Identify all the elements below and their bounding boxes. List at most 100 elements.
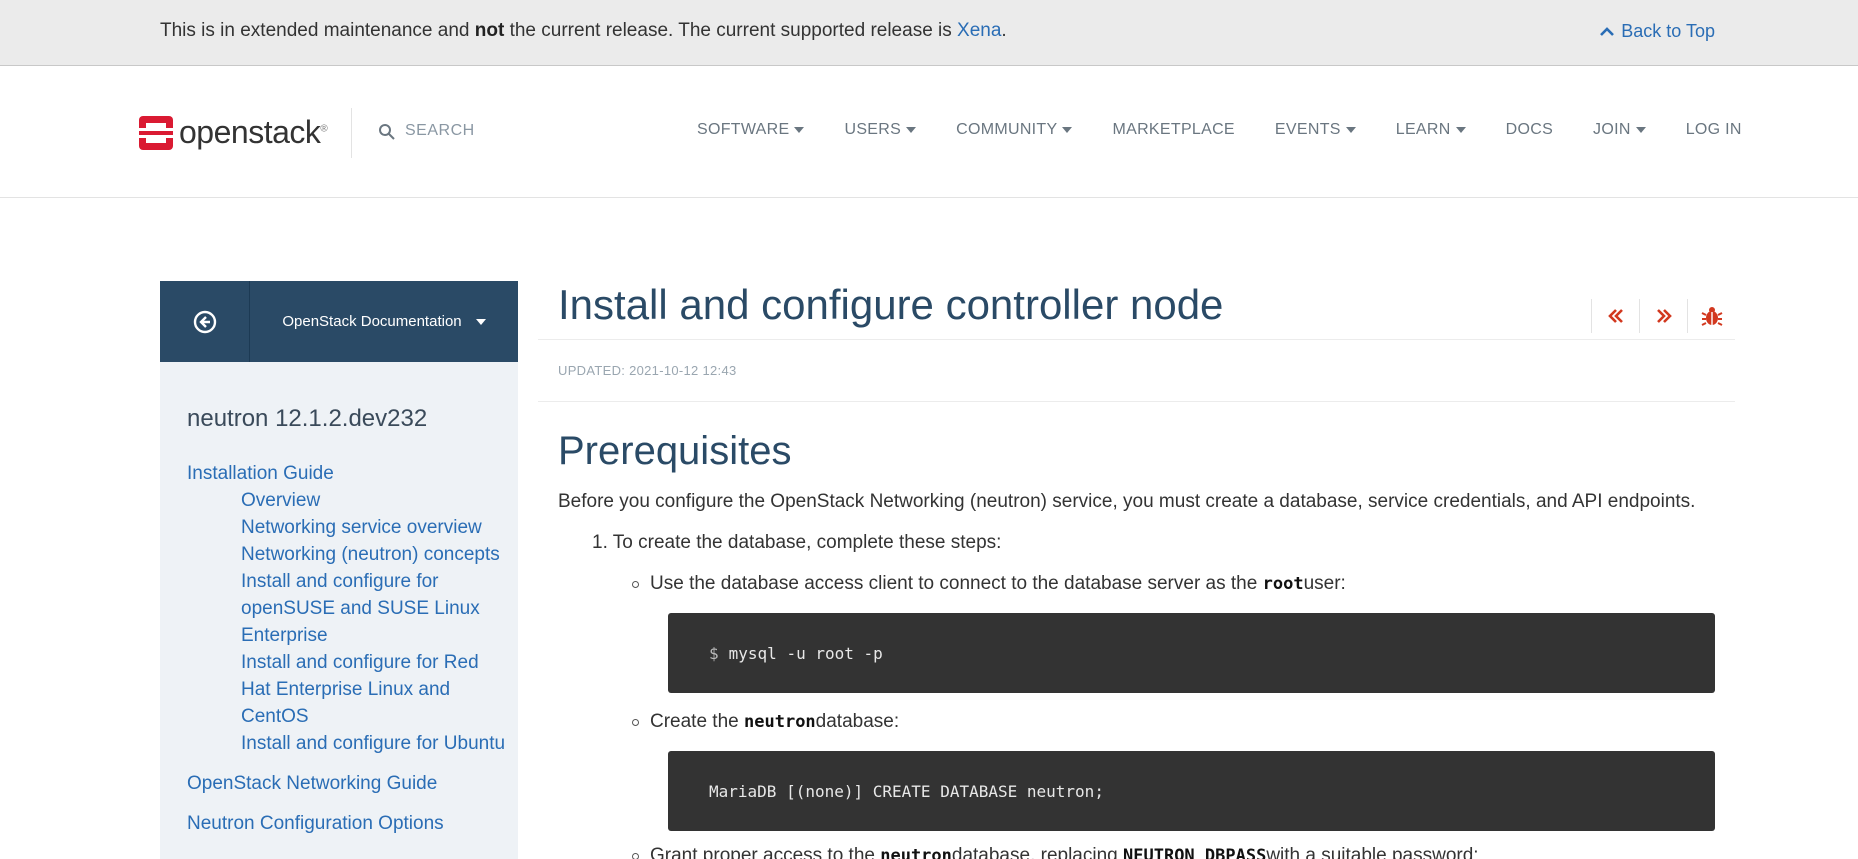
maintenance-notice: This is in extended maintenance and not … xyxy=(0,0,1858,66)
inline-code: NEUTRON_DBPASS xyxy=(1123,846,1267,859)
nav-item-label: DOCS xyxy=(1505,121,1554,138)
nav-item-software[interactable]: SOFTWARE xyxy=(697,121,805,139)
intro-paragraph: Before you configure the OpenStack Netwo… xyxy=(558,491,1696,512)
bullet-text: Grant proper access to the xyxy=(650,845,875,859)
site-header: openstack® SOFTWARE USERS COMMUNITY MARKETP… xyxy=(0,66,1858,198)
toc-subitem[interactable]: Install and configure for Ubuntu xyxy=(187,730,507,757)
title-divider xyxy=(538,339,1735,340)
bullet-text: with a suitable password: xyxy=(1266,845,1479,859)
inline-code: root xyxy=(1262,574,1304,594)
sidebar-toc: Installation Guide Overview Networking ser… xyxy=(187,460,507,837)
chevron-up-icon xyxy=(1600,26,1615,36)
toc-subitem[interactable]: Networking service overview xyxy=(187,514,507,541)
nav-item-docs[interactable]: DOCS xyxy=(1506,121,1553,139)
bullet-text: user: xyxy=(1303,573,1346,594)
toc-item[interactable]: OpenStack Networking Guide xyxy=(187,770,507,797)
main-nav: SOFTWARE USERS COMMUNITY MARKETPLACE EVENTS L… xyxy=(697,121,1782,139)
notice-text-part: the current release. The current support… xyxy=(504,20,958,41)
logo-wordmark: openstack xyxy=(179,114,321,150)
inline-code: neutron xyxy=(744,712,816,732)
double-chevron-right-icon xyxy=(1656,309,1672,323)
site-search[interactable] xyxy=(378,122,605,140)
caret-down-icon xyxy=(1635,127,1646,133)
bullet-connect: Use the database access client to connec… xyxy=(632,573,1346,595)
nav-item-events[interactable]: EVENTS xyxy=(1275,121,1356,139)
meta-divider xyxy=(538,401,1735,402)
sidebar-back-button[interactable] xyxy=(160,281,250,362)
code-command: mysql -u root -p xyxy=(728,643,883,663)
toc-subitem[interactable]: Install and configure for openSUSE and S… xyxy=(187,568,507,649)
caret-down-icon xyxy=(475,318,486,325)
nav-item-community[interactable]: COMMUNITY xyxy=(956,121,1073,139)
bullet-dot xyxy=(632,718,639,726)
bullet-text: Use the database access client to connec… xyxy=(650,573,1258,594)
bullet-grant: Grant proper access to the neutron datab… xyxy=(632,845,1479,859)
updated-timestamp: UPDATED: 2021-10-12 12:43 xyxy=(558,363,737,378)
logo-text: openstack® xyxy=(179,114,328,151)
nav-item-join[interactable]: JOIN xyxy=(1593,121,1646,139)
arrow-left-circle-icon xyxy=(193,310,216,333)
nav-item-users[interactable]: USERS xyxy=(844,121,917,139)
caret-down-icon xyxy=(1062,127,1073,133)
code-command: MariaDB [(none)] CREATE DATABASE neutron… xyxy=(709,781,1104,801)
bullet-dot xyxy=(632,580,639,588)
toc-spacer xyxy=(187,757,507,770)
search-icon xyxy=(379,123,395,140)
notice-text-part: . xyxy=(1001,20,1007,41)
caret-down-icon xyxy=(1345,127,1356,133)
caret-down-icon xyxy=(906,127,917,133)
nav-item-label: LEARN xyxy=(1395,121,1451,138)
nav-item-label: USERS xyxy=(844,121,902,138)
openstack-logo[interactable]: openstack® xyxy=(139,114,328,151)
nav-item-label: COMMUNITY xyxy=(956,121,1058,138)
bullet-text: database, replacing xyxy=(951,845,1118,859)
caret-down-icon xyxy=(794,127,805,133)
back-to-top-label: Back to Top xyxy=(1621,21,1715,41)
step-1: 1. To create the database, complete thes… xyxy=(592,532,1002,553)
toc-item[interactable]: Neutron Configuration Options xyxy=(187,810,507,837)
double-chevron-left-icon xyxy=(1607,309,1623,323)
nav-item-label: JOIN xyxy=(1593,121,1631,138)
code-block-create-db: MariaDB [(none)] CREATE DATABASE neutron… xyxy=(668,751,1715,831)
caret-down-icon xyxy=(1455,127,1466,133)
sidebar: neutron 12.1.2.dev232 Installation Guide… xyxy=(160,362,518,859)
docs-dropdown-label: OpenStack Documentation xyxy=(282,313,462,330)
nav-item-learn[interactable]: LEARN xyxy=(1396,121,1466,139)
current-release-link[interactable]: Xena xyxy=(957,20,1001,41)
bullet-dot xyxy=(632,852,639,859)
header-divider xyxy=(351,108,352,158)
sidebar-header: OpenStack Documentation xyxy=(160,281,518,362)
bullet-text: Create the xyxy=(650,711,739,732)
page-actions xyxy=(1591,299,1735,333)
inline-code: neutron xyxy=(880,846,952,859)
toc-subitem[interactable]: Networking (neutron) concepts xyxy=(187,541,507,568)
previous-page-button[interactable] xyxy=(1591,299,1639,333)
bullet-create-db: Create the neutron database: xyxy=(632,711,900,733)
search-input[interactable] xyxy=(405,122,605,140)
next-page-button[interactable] xyxy=(1639,299,1687,333)
nav-item-label: MARKETPLACE xyxy=(1112,121,1235,138)
nav-item-label: SOFTWARE xyxy=(697,121,790,138)
notice-text-part: This is in extended maintenance and xyxy=(160,20,475,41)
logo-registered: ® xyxy=(320,123,328,135)
project-version: neutron 12.1.2.dev232 xyxy=(187,405,428,432)
toc-spacer xyxy=(187,797,507,810)
openstack-logo-icon xyxy=(139,115,173,150)
nav-item-marketplace[interactable]: MARKETPLACE xyxy=(1112,121,1234,139)
shell-prompt: $ xyxy=(709,643,719,663)
bug-icon xyxy=(1701,307,1722,326)
report-bug-button[interactable] xyxy=(1687,299,1735,333)
back-to-top-link[interactable]: Back to Top xyxy=(1599,21,1715,42)
notice-text: This is in extended maintenance and not … xyxy=(160,20,1007,42)
nav-item-label: LOG IN xyxy=(1685,121,1742,138)
page-title: Install and configure controller node xyxy=(558,281,1224,328)
toc-item[interactable]: Installation Guide xyxy=(187,460,507,487)
docs-dropdown[interactable]: OpenStack Documentation xyxy=(250,281,518,362)
nav-item-log-in[interactable]: LOG IN xyxy=(1686,121,1742,139)
code-block-mysql: $ mysql -u root -p xyxy=(668,613,1715,693)
notice-bold: not xyxy=(474,20,505,41)
nav-item-label: EVENTS xyxy=(1274,121,1341,138)
bullet-text: database: xyxy=(815,711,900,732)
toc-subitem[interactable]: Overview xyxy=(187,487,507,514)
toc-subitem[interactable]: Install and configure for Red Hat Enterp… xyxy=(187,649,507,730)
